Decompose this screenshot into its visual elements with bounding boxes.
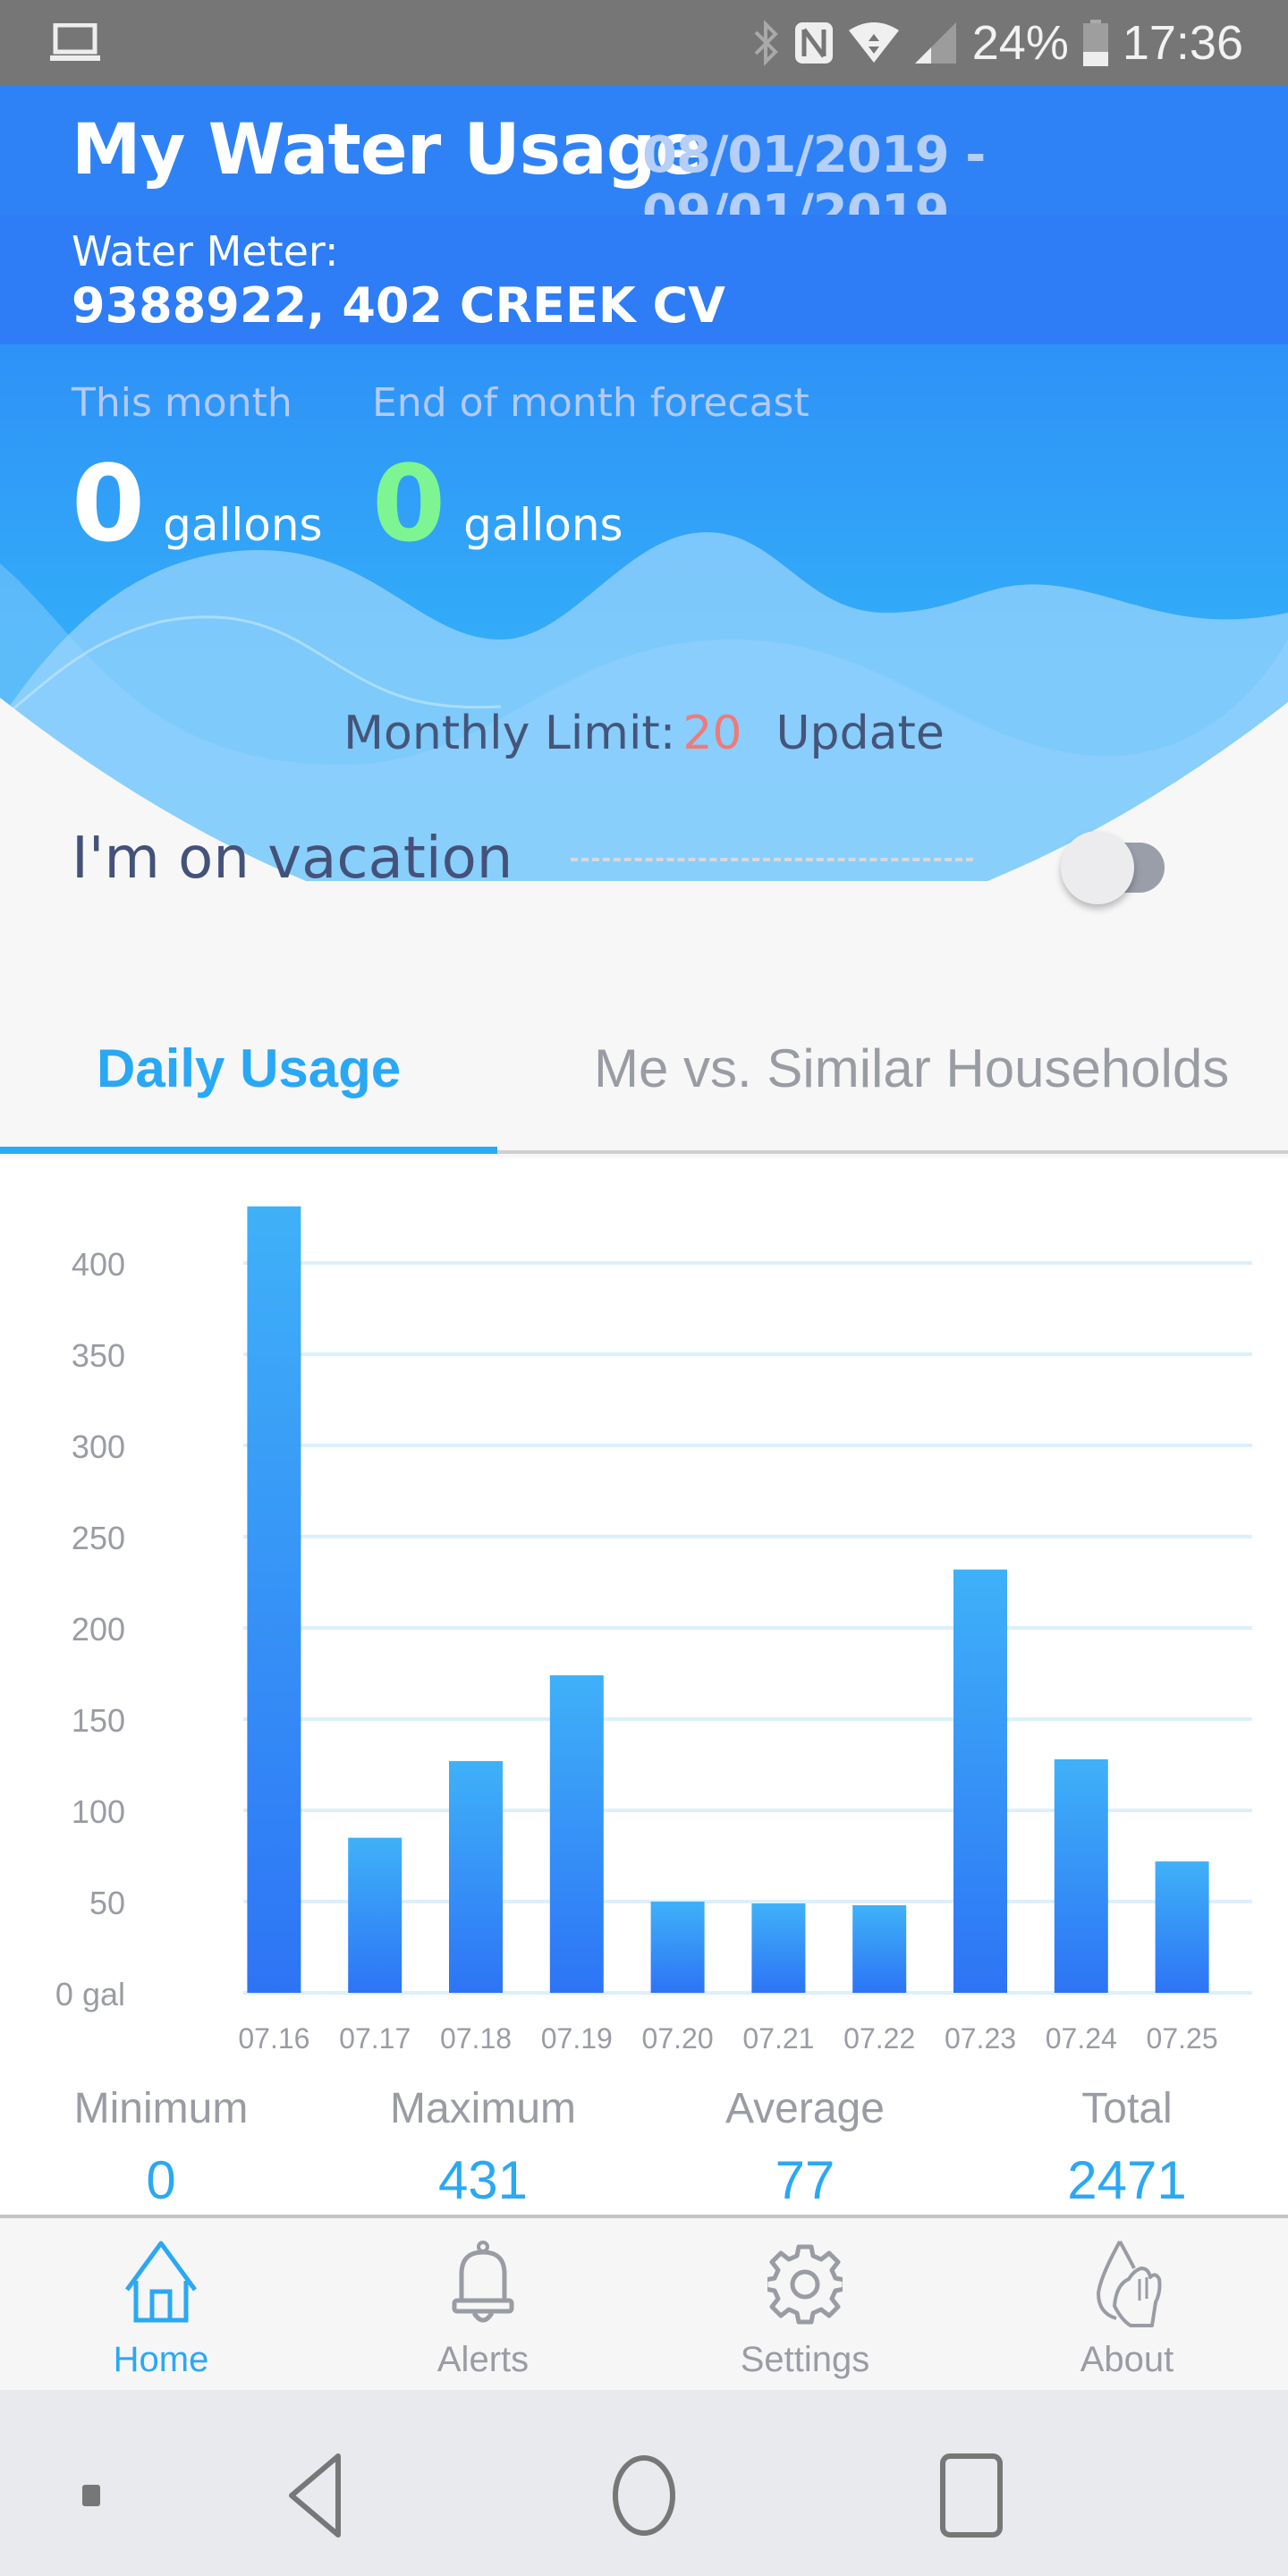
status-bar: 24% 17:36 xyxy=(0,0,1288,85)
x-tick-label: 07.18 xyxy=(440,2022,512,2055)
toggle-knob xyxy=(1061,831,1134,904)
summary-label: Minimum xyxy=(73,2085,249,2132)
y-tick-label: 350 xyxy=(72,1337,125,1374)
active-tab-indicator xyxy=(0,1147,497,1154)
forecast-stat: End of month forecast 0 gallons xyxy=(372,380,809,556)
status-icons: 24% 17:36 xyxy=(752,0,1243,85)
tab-daily-usage[interactable]: Daily Usage xyxy=(97,1038,401,1099)
tab-similar-households[interactable]: Me vs. Similar Households xyxy=(594,1038,1229,1099)
bar-07.21[interactable] xyxy=(751,1903,806,1993)
monthly-limit-value: 20 xyxy=(682,707,742,760)
monthly-limit-row: Monthly Limit: 20 Update xyxy=(0,707,1288,760)
vacation-toggle[interactable] xyxy=(1061,831,1177,904)
water-meter-value: 9388922, 402 CREEK CV xyxy=(72,277,725,334)
back-icon[interactable] xyxy=(284,2453,347,2538)
forecast-value: 0 xyxy=(372,442,446,565)
bar-07.20[interactable] xyxy=(650,1902,705,1993)
summary-total: Total 2471 xyxy=(993,2084,1261,2211)
x-tick-label: 07.17 xyxy=(339,2022,411,2055)
battery-percent: 24% xyxy=(971,15,1069,70)
nav-label: Home xyxy=(113,2340,209,2379)
this-month-value: 0 xyxy=(72,442,146,565)
bar-07.19[interactable] xyxy=(549,1675,604,1993)
nav-settings[interactable]: Settings xyxy=(698,2218,912,2390)
home-icon xyxy=(124,2241,198,2323)
x-tick-label: 07.22 xyxy=(843,2022,915,2055)
daily-usage-chart: 0 gal 50 100 150 200 250 300 350 400 07.16 07.17 0… xyxy=(55,1206,1252,2055)
usage-tabs: Daily Usage Me vs. Similar Households xyxy=(0,984,1288,1154)
summary-maximum: Maximum 431 xyxy=(349,2084,617,2211)
bottom-navigation: Home Alerts Settings About xyxy=(0,2215,1288,2390)
dashed-divider xyxy=(571,858,973,861)
bar-07.24[interactable] xyxy=(1054,1758,1108,1993)
x-tick-label: 07.16 xyxy=(238,2022,309,2055)
bell-icon xyxy=(452,2241,514,2323)
nav-label: About xyxy=(1080,2340,1174,2379)
y-tick-label: 50 xyxy=(89,1885,125,1921)
summary-value: 0 xyxy=(146,2150,176,2210)
bar-07.25[interactable] xyxy=(1155,1861,1209,1993)
summary-average: Average 77 xyxy=(671,2084,939,2211)
home-button-icon[interactable] xyxy=(610,2453,678,2538)
bar-07.22[interactable] xyxy=(852,1905,907,1993)
forecast-unit: gallons xyxy=(463,499,623,551)
water-hand-icon xyxy=(1096,2241,1162,2327)
y-tick-label: 100 xyxy=(72,1793,125,1830)
nav-label: Settings xyxy=(740,2340,870,2379)
summary-label: Average xyxy=(725,2085,885,2132)
clock: 17:36 xyxy=(1122,15,1243,70)
battery-icon xyxy=(1082,19,1108,66)
gear-icon xyxy=(767,2244,843,2325)
bar-07.17[interactable] xyxy=(348,1837,402,1993)
x-tick-label: 07.20 xyxy=(642,2022,714,2055)
title-bar: My Water Usage 08/01/2019 - 09/01/2019 xyxy=(0,85,1288,242)
this-month-label: This month xyxy=(72,380,292,426)
bar-07.16[interactable] xyxy=(247,1206,301,1993)
system-navigation-bar xyxy=(0,2390,1288,2576)
summary-label: Maximum xyxy=(389,2085,576,2132)
nav-home[interactable]: Home xyxy=(54,2218,268,2390)
daily-usage-chart-panel: 0 gal 50 100 150 200 250 300 350 400 07.16 07.17 0… xyxy=(0,1157,1288,2215)
y-tick-label: 150 xyxy=(72,1702,125,1739)
wifi-icon xyxy=(848,21,899,63)
summary-value: 431 xyxy=(437,2150,529,2210)
this-month-stat: This month 0 gallons xyxy=(72,380,323,556)
y-tick-label: 200 xyxy=(72,1611,125,1648)
update-limit-button[interactable]: Update xyxy=(776,707,945,760)
nfc-icon xyxy=(794,21,833,64)
summary-label: Total xyxy=(1081,2085,1173,2132)
water-meter-label: Water Meter: xyxy=(72,227,339,275)
bar-07.18[interactable] xyxy=(449,1760,503,1993)
y-tick-label: 250 xyxy=(72,1520,125,1556)
x-tick-label: 07.19 xyxy=(541,2022,613,2055)
x-tick-label: 07.25 xyxy=(1147,2022,1218,2055)
nav-alerts[interactable]: Alerts xyxy=(376,2218,590,2390)
nav-label: Alerts xyxy=(436,2340,530,2379)
bar-07.23[interactable] xyxy=(953,1569,1007,1993)
laptop-icon xyxy=(50,23,100,61)
signal-icon xyxy=(914,21,956,64)
x-tick-label: 07.23 xyxy=(945,2022,1016,2055)
water-meter-bar[interactable]: Water Meter: 9388922, 402 CREEK CV xyxy=(0,215,1288,344)
vacation-row: I'm on vacation xyxy=(0,818,1288,904)
bluetooth-icon xyxy=(754,19,778,66)
x-tick-label: 07.21 xyxy=(742,2022,814,2055)
y-tick-label: 0 gal xyxy=(55,1976,125,2012)
this-month-unit: gallons xyxy=(163,499,323,551)
monthly-limit-label: Monthly Limit: xyxy=(343,707,676,760)
x-tick-label: 07.24 xyxy=(1046,2022,1117,2055)
summary-value: 2471 xyxy=(1067,2150,1187,2210)
page-title: My Water Usage xyxy=(72,110,702,191)
y-tick-label: 300 xyxy=(72,1428,125,1465)
forecast-label: End of month forecast xyxy=(372,380,809,426)
summary-minimum: Minimum 0 xyxy=(27,2084,295,2211)
sim-indicator-icon[interactable] xyxy=(80,2485,102,2506)
recent-apps-icon[interactable] xyxy=(939,2453,1004,2538)
vacation-label: I'm on vacation xyxy=(72,826,513,892)
nav-about[interactable]: About xyxy=(1020,2218,1234,2390)
summary-value: 77 xyxy=(775,2150,835,2210)
usage-hero: This month 0 gallons End of month foreca… xyxy=(0,344,1288,881)
usage-summary: Minimum 0 Maximum 431 Average 77 Total 2… xyxy=(0,2084,1288,2215)
y-tick-label: 400 xyxy=(72,1246,125,1283)
